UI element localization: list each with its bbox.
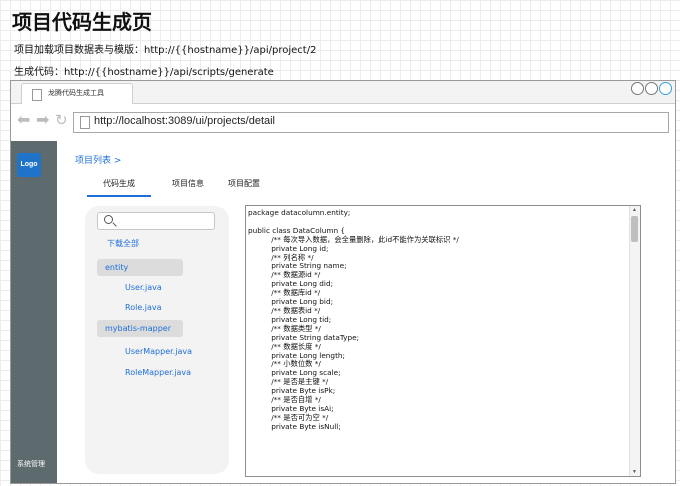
tab-project-info[interactable]: 项目信息: [165, 173, 211, 195]
scroll-down-icon[interactable]: ▼: [632, 469, 637, 475]
sidebar-item-system-management[interactable]: 系统管理: [17, 459, 45, 469]
template-api-note: 项目加载项目数据表与模版：http://{{hostname}}/api/pro…: [14, 45, 317, 56]
page-title: 项目代码生成页: [12, 10, 152, 34]
breadcrumb[interactable]: 项目列表 >: [75, 153, 121, 166]
code-line: private Byte isNull;: [248, 421, 341, 431]
download-all-link[interactable]: 下载全部: [107, 238, 139, 249]
search-icon: [104, 215, 113, 224]
logo[interactable]: Logo: [17, 153, 41, 177]
tab-project-config[interactable]: 项目配置: [221, 173, 267, 195]
address-bar[interactable]: http://localhost:3089/ui/projects/detail: [73, 112, 669, 133]
document-icon: [32, 89, 42, 101]
file-rolemapper-java[interactable]: RoleMapper.java: [125, 368, 191, 377]
forward-arrow-icon[interactable]: ➡: [36, 112, 49, 130]
project-tabs: 代码生成 项目信息 项目配置: [87, 173, 607, 197]
folder-entity[interactable]: entity: [97, 259, 183, 276]
file-role-java[interactable]: Role.java: [125, 303, 162, 312]
folder-mybatis-mapper[interactable]: mybatis-mapper: [97, 320, 183, 337]
file-user-java[interactable]: User.java: [125, 283, 162, 292]
browser-window: 龙腾代码生成工具 ⬅ ➡ ↻ http://localhost:3089/ui/…: [10, 80, 676, 484]
code-line: package datacolumn.entity;: [248, 208, 351, 217]
url-text: http://localhost:3089/ui/projects/detail: [94, 115, 276, 127]
browser-tab-title: 龙腾代码生成工具: [48, 89, 104, 97]
code-text: package datacolumn.entity; public class …: [248, 208, 459, 432]
window-control-circle[interactable]: [645, 82, 658, 95]
tab-code-generation[interactable]: 代码生成: [87, 173, 151, 197]
file-usermapper-java[interactable]: UserMapper.java: [125, 347, 192, 356]
scroll-up-icon[interactable]: ▲: [632, 207, 637, 213]
reload-icon[interactable]: ↻: [55, 112, 68, 130]
browser-tab-strip: 龙腾代码生成工具: [11, 81, 675, 104]
search-input[interactable]: [97, 212, 215, 230]
browser-tab[interactable]: 龙腾代码生成工具: [21, 83, 133, 104]
browser-nav-bar: ⬅ ➡ ↻ http://localhost:3089/ui/projects/…: [11, 104, 675, 140]
back-arrow-icon[interactable]: ⬅: [17, 112, 30, 130]
window-control-circle[interactable]: [631, 82, 644, 95]
app-sidebar: Logo 系统管理: [11, 141, 57, 483]
generate-api-note: 生成代码：http://{{hostname}}/api/scripts/gen…: [14, 67, 274, 78]
code-view[interactable]: package datacolumn.entity; public class …: [245, 205, 641, 477]
document-icon: [80, 116, 90, 129]
scroll-thumb[interactable]: [631, 216, 638, 242]
scrollbar[interactable]: ▲ ▼: [629, 206, 640, 476]
file-tree-panel: 下载全部 entity User.java Role.java mybatis-…: [85, 206, 229, 474]
window-control-circle[interactable]: [659, 82, 672, 95]
